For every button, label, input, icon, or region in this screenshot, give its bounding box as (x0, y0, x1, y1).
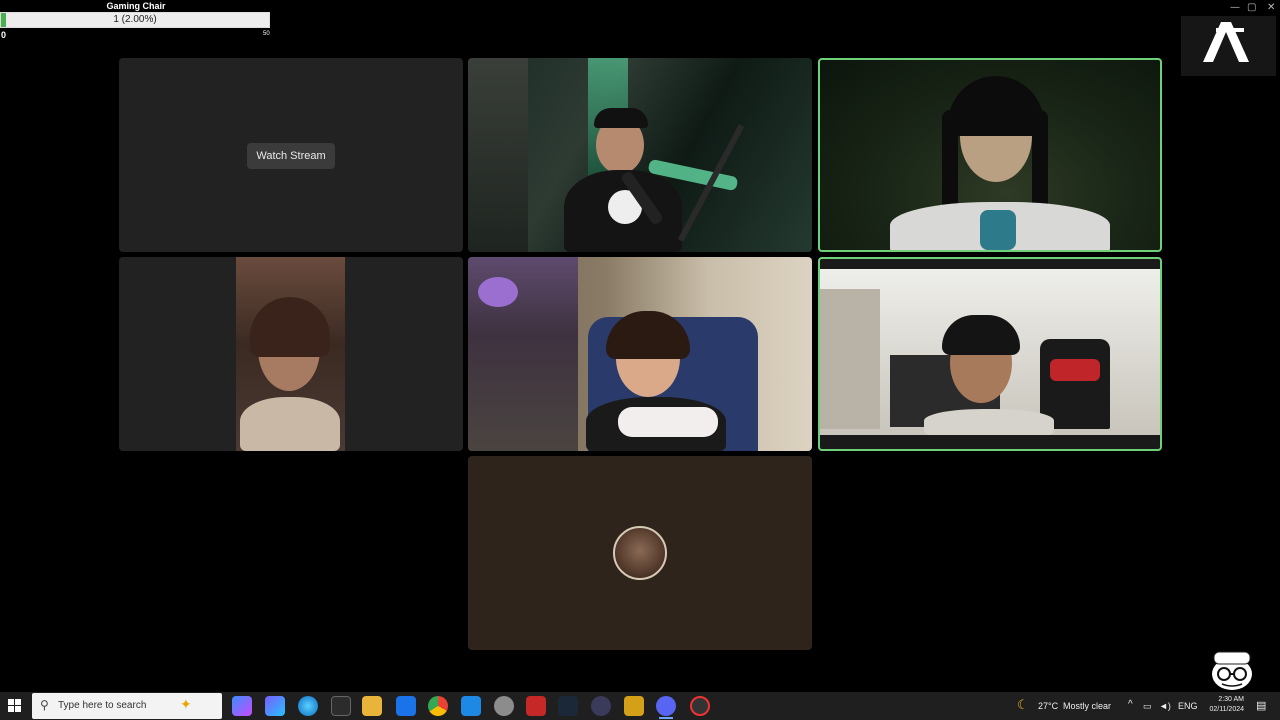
goal-widget: Gaming Chair 1 (2.00%) 0 50 (0, 0, 272, 40)
chrome-icon[interactable] (428, 696, 448, 716)
volume-icon[interactable]: ◄) (1159, 701, 1171, 711)
video-tile-screen-share[interactable]: Watch Stream (119, 58, 463, 252)
notes-icon[interactable] (461, 696, 481, 716)
tray-chevron-icon[interactable]: ^ (1128, 699, 1133, 710)
app-icon[interactable] (265, 696, 285, 716)
cap (594, 108, 648, 128)
video-tile-participant-7[interactable] (468, 456, 812, 650)
app-icon-5[interactable] (624, 696, 644, 716)
taskbar-search[interactable]: ⚲ Type here to search ✦ (32, 693, 222, 719)
copilot-icon[interactable] (232, 696, 252, 716)
logo-mark-icon (1203, 22, 1249, 62)
search-icon: ⚲ (40, 698, 49, 712)
channel-logo (1181, 16, 1276, 76)
taskbar-clock[interactable]: 2:30 AM 02/11/2024 (1198, 695, 1244, 715)
clock-time: 2:30 AM (1218, 696, 1244, 703)
app-icon-3[interactable] (526, 696, 546, 716)
avatar (613, 526, 667, 580)
language-indicator[interactable]: ENG (1178, 701, 1198, 711)
microphone (980, 210, 1016, 250)
shelf (820, 289, 880, 429)
edge-icon[interactable] (298, 696, 318, 716)
hair (948, 76, 1044, 136)
app-icon-2[interactable] (494, 696, 514, 716)
steam-icon[interactable] (558, 696, 578, 716)
portrait-camera-feed (236, 257, 345, 451)
video-tile-participant-5[interactable] (468, 257, 812, 451)
participant-body (924, 409, 1054, 435)
goal-max-label: 50 (263, 31, 270, 37)
minimize-icon[interactable]: — (1230, 2, 1240, 13)
maximize-icon[interactable]: ▢ (1247, 2, 1256, 13)
store-icon[interactable] (331, 696, 351, 716)
participant-body (240, 397, 340, 451)
mail-icon[interactable] (396, 696, 416, 716)
mascot-logo (1206, 650, 1258, 690)
video-tile-participant-4[interactable] (119, 257, 463, 451)
folder-icon[interactable] (362, 696, 382, 716)
start-button[interactable] (8, 699, 22, 713)
app-icon-4[interactable] (591, 696, 611, 716)
obs-icon[interactable] (690, 696, 710, 716)
mascot-icon (1212, 651, 1252, 690)
watch-stream-button[interactable]: Watch Stream (247, 143, 335, 169)
shelf-background (468, 58, 528, 252)
purple-flowers (478, 277, 518, 307)
goal-progress-text: 1 (2.00%) (113, 14, 157, 25)
network-icon[interactable]: ▭ (1143, 701, 1152, 712)
windows-taskbar: ⚲ Type here to search ✦ ☾ 27°C Mostly cl… (0, 692, 1280, 720)
microphone (618, 407, 718, 437)
chair-red-panel (1050, 359, 1100, 381)
hair (250, 297, 330, 357)
discord-icon[interactable] (656, 696, 676, 716)
weather-temp[interactable]: 27°C (1038, 701, 1058, 711)
video-tile-participant-6[interactable] (818, 257, 1162, 451)
notification-icon[interactable]: ▤ (1256, 699, 1266, 712)
goal-progress-bar: 1 (2.00%) (0, 12, 270, 28)
goal-title: Gaming Chair (106, 1, 166, 11)
close-icon[interactable]: ✕ (1267, 2, 1275, 13)
search-placeholder: Type here to search (58, 700, 147, 711)
clock-date: 02/11/2024 (1209, 706, 1244, 713)
goal-min-label: 0 (1, 30, 7, 40)
stage-area: Gaming Chair 1 (2.00%) 0 50 — ▢ ✕ Watch … (0, 0, 1280, 690)
weather-moon-icon: ☾ (1017, 698, 1029, 713)
active-app-indicator (659, 717, 673, 719)
gaming-chair (1040, 339, 1110, 429)
sparkle-icon: ✦ (180, 697, 192, 713)
video-tile-participant-2[interactable] (468, 58, 812, 252)
weather-text[interactable]: Mostly clear (1063, 701, 1111, 711)
video-tile-participant-3[interactable] (818, 58, 1162, 252)
